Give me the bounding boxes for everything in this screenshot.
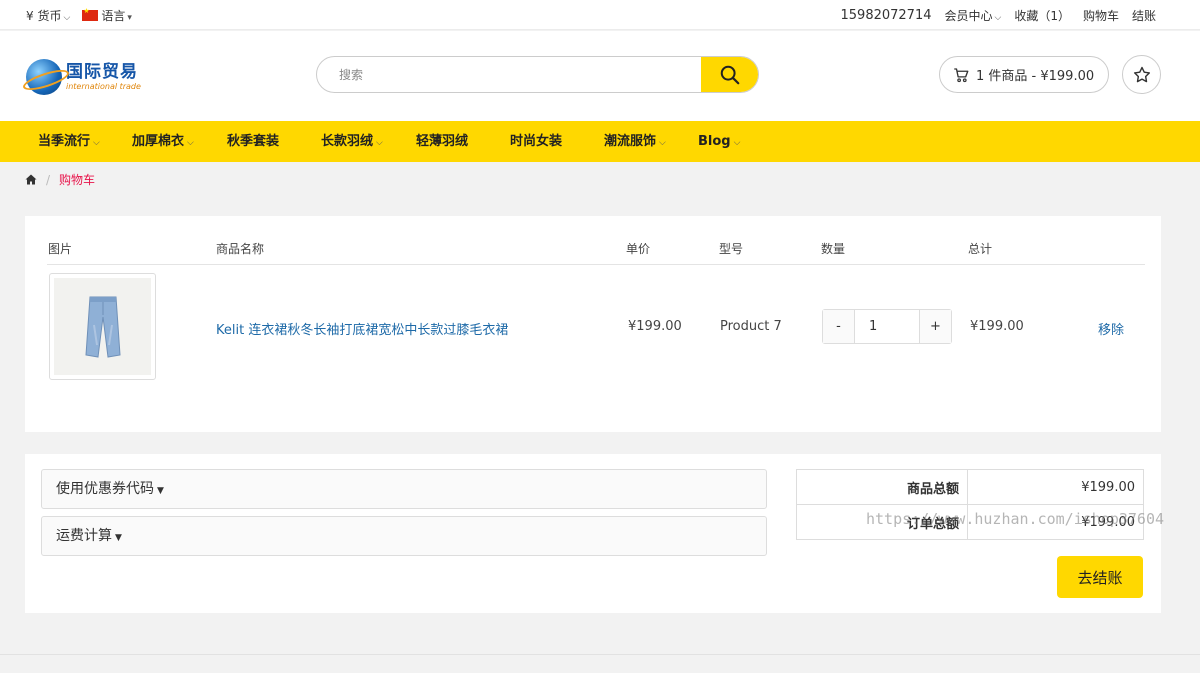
jeans-image-icon (84, 296, 121, 358)
search-button[interactable] (701, 57, 758, 92)
language-selector[interactable]: 语言▾ (82, 7, 132, 24)
wishlist-button[interactable] (1122, 55, 1161, 94)
quantity-decrease-button[interactable]: - (823, 310, 854, 343)
top-bar: ¥ 货币⌵ 语言▾ 15982072714 会员中心⌵ 收藏（1） 购物车 结账 (0, 0, 1200, 30)
checkout-link[interactable]: 结账 (1132, 7, 1156, 24)
site-header: 国际贸易 international trade 1 件商品 - ¥199.00 (0, 31, 1200, 121)
column-header-total: 总计 (968, 242, 993, 256)
member-center-link[interactable]: 会员中心 ⌵ (944, 7, 1001, 24)
chevron-down-icon: ⌵ (733, 138, 741, 148)
nav-item-long-down[interactable]: 长款羽绒 ⌵ (321, 121, 383, 162)
table-row: 订单总额 ¥199.00 (796, 504, 1144, 540)
cart-totals-panel: 使用优惠券代码 ▼ 运费计算 ▼ 商品总额 ¥199.00 订单总额 ¥199.00… (25, 454, 1161, 613)
currency-label: 货币 (37, 9, 62, 23)
star-icon (1133, 66, 1150, 82)
logo-subtitle: international trade (66, 81, 141, 91)
product-image (54, 278, 151, 375)
breadcrumb: / 购物车 (25, 171, 95, 188)
unit-price: ¥199.00 (628, 319, 682, 334)
column-header-quantity: 数量 (821, 242, 846, 256)
currency-selector[interactable]: ¥ 货币 ⌵ (26, 7, 70, 24)
main-nav: 当季流行 ⌵ 加厚棉衣 ⌵ 秋季套装 长款羽绒 ⌵ 轻薄羽绒 时尚女装 潮流服饰 ⌵ B… (0, 121, 1200, 162)
nav-item-label: 秋季套装 (227, 134, 280, 149)
cart-link[interactable]: 购物车 (1083, 7, 1119, 24)
chevron-down-icon: ⌵ (376, 138, 383, 148)
nav-item-label: Blog (698, 134, 731, 149)
nav-item-label: 加厚棉衣 (132, 134, 185, 149)
nav-item-trendy-apparel[interactable]: 潮流服饰 ⌵ (604, 121, 666, 162)
logo-title: 国际贸易 (66, 61, 138, 82)
top-bar-right: 15982072714 会员中心 ⌵ 收藏（1） 购物车 结账 (841, 7, 1157, 24)
phone-number: 15982072714 (840, 8, 932, 23)
table-divider (47, 264, 1145, 265)
nav-item-label: 时尚女装 (510, 134, 563, 149)
column-header-model: 型号 (719, 242, 744, 256)
nav-item-womens-fashion[interactable]: 时尚女装 (510, 121, 562, 162)
subtotal-label: 商品总额 (796, 469, 968, 505)
nav-item-label: 潮流服饰 (604, 134, 657, 149)
top-bar-left: ¥ 货币⌵ 语言▾ (26, 7, 132, 24)
chevron-down-icon: ⌵ (994, 13, 1002, 23)
quantity-input[interactable] (854, 310, 920, 343)
product-name-link[interactable]: Kelit 连衣裙秋冬长袖打底裙宽松中长款过膝毛衣裙 (216, 319, 508, 338)
cart-table-panel: 图片 商品名称 单价 型号 数量 总计 Kelit 连衣裙秋冬长袖打底裙宽松中长… (25, 216, 1161, 432)
china-flag-icon (82, 7, 99, 21)
favorites-link[interactable]: 收藏（1） (1014, 7, 1070, 24)
nav-item-light-down[interactable]: 轻薄羽绒 (416, 121, 468, 162)
shipping-accordion-label: 运费计算 (56, 528, 112, 544)
nav-item-label: 当季流行 (38, 134, 91, 149)
nav-item-blog[interactable]: Blog ⌵ (698, 121, 740, 162)
globe-logo-icon (26, 59, 62, 95)
column-header-name: 商品名称 (216, 242, 265, 256)
language-label: 语言 (101, 9, 126, 23)
coupon-accordion-label: 使用优惠券代码 (56, 481, 154, 497)
nav-item-label: 轻薄羽绒 (416, 134, 469, 149)
column-header-image: 图片 (48, 242, 73, 256)
member-center-label: 会员中心 (944, 9, 993, 23)
table-row: 商品总额 ¥199.00 (796, 469, 1144, 505)
currency-symbol: ¥ (26, 9, 34, 23)
remove-item-link[interactable]: 移除 (1098, 319, 1124, 338)
subtotal-value: ¥199.00 (967, 469, 1144, 505)
chevron-down-icon: ⌵ (93, 138, 100, 148)
product-model: Product 7 (720, 319, 782, 334)
header-cart-button[interactable]: 1 件商品 - ¥199.00 (939, 56, 1109, 93)
product-thumbnail[interactable] (49, 273, 156, 380)
footer-divider (0, 654, 1200, 655)
caret-down-icon: ▼ (157, 486, 164, 496)
site-logo[interactable]: 国际贸易 international trade (26, 59, 141, 95)
cart-icon (954, 67, 969, 82)
shipping-accordion[interactable]: 运费计算 ▼ (41, 516, 767, 556)
quantity-stepper: - + (822, 309, 952, 344)
chevron-down-icon: ⌵ (187, 138, 194, 148)
quantity-increase-button[interactable]: + (920, 310, 951, 343)
nav-item-seasonal[interactable]: 当季流行 ⌵ (38, 121, 100, 162)
caret-down-icon: ▼ (115, 533, 122, 543)
nav-item-label: 长款羽绒 (321, 134, 374, 149)
line-total: ¥199.00 (970, 319, 1024, 334)
coupon-accordion[interactable]: 使用优惠券代码 ▼ (41, 469, 767, 509)
order-total-value: ¥199.00 (967, 504, 1144, 540)
column-header-unit-price: 单价 (626, 242, 651, 256)
nav-item-autumn-sets[interactable]: 秋季套装 (227, 121, 279, 162)
breadcrumb-separator: / (46, 172, 51, 187)
search-icon (720, 65, 739, 84)
nav-item-padded-coats[interactable]: 加厚棉衣 ⌵ (132, 121, 194, 162)
order-total-label: 订单总额 (796, 504, 968, 540)
checkout-button[interactable]: 去结账 (1057, 556, 1143, 598)
logo-text: 国际贸易 international trade (66, 61, 141, 91)
header-cart-summary: 1 件商品 - ¥199.00 (976, 69, 1095, 84)
search-input[interactable] (317, 57, 703, 92)
totals-table: 商品总额 ¥199.00 订单总额 ¥199.00 (796, 469, 1144, 540)
home-icon[interactable] (25, 174, 37, 185)
breadcrumb-current[interactable]: 购物车 (59, 171, 95, 188)
caret-down-icon: ▾ (127, 13, 132, 23)
chevron-down-icon: ⌵ (63, 13, 71, 23)
search-bar (316, 56, 759, 93)
chevron-down-icon: ⌵ (659, 138, 666, 148)
